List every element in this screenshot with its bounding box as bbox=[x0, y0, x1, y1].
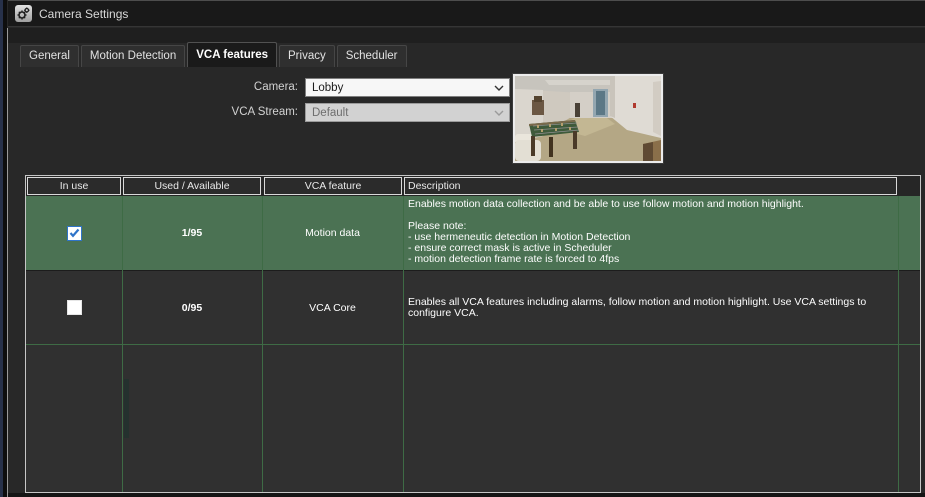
tab-privacy[interactable]: Privacy bbox=[279, 45, 335, 67]
used-available-value: 1/95 bbox=[122, 196, 262, 270]
used-available-value: 0/95 bbox=[122, 271, 262, 344]
titlebar: Camera Settings bbox=[8, 0, 925, 27]
camera-label: Camera: bbox=[178, 81, 298, 93]
header-in-use[interactable]: In use bbox=[27, 177, 121, 195]
grid-line bbox=[122, 196, 123, 492]
camera-preview-image bbox=[513, 74, 663, 163]
vca-stream-select-value: Default bbox=[312, 107, 348, 119]
table-artifact-bar bbox=[124, 379, 129, 438]
table-empty-area bbox=[26, 344, 920, 492]
table-row-motion-data[interactable]: 1/95 Motion data Enables motion data col… bbox=[26, 196, 920, 270]
header-description[interactable]: Description bbox=[404, 177, 897, 195]
feature-description: Enables motion data collection and be ab… bbox=[403, 196, 898, 270]
in-use-cell bbox=[26, 196, 122, 270]
chevron-down-icon bbox=[494, 85, 504, 91]
tab-scheduler[interactable]: Scheduler bbox=[337, 45, 407, 67]
vca-feature-name: Motion data bbox=[262, 196, 403, 270]
grid-line bbox=[898, 196, 899, 492]
in-use-checkbox[interactable] bbox=[67, 300, 82, 315]
window-title: Camera Settings bbox=[39, 7, 128, 21]
vca-stream-select: Default bbox=[305, 103, 510, 122]
tab-motion-detection[interactable]: Motion Detection bbox=[81, 45, 185, 67]
upper-band bbox=[8, 28, 925, 43]
tab-general[interactable]: General bbox=[20, 45, 79, 67]
table-header-row: In use Used / Available VCA feature Desc… bbox=[26, 176, 920, 196]
chevron-down-icon bbox=[494, 110, 504, 116]
grid-line bbox=[403, 196, 404, 492]
tab-bar: General Motion Detection VCA features Pr… bbox=[20, 43, 409, 67]
vca-feature-name: VCA Core bbox=[262, 271, 403, 344]
in-use-checkbox[interactable] bbox=[67, 226, 82, 241]
table-row-vca-core[interactable]: 0/95 VCA Core Enables all VCA features i… bbox=[26, 270, 920, 344]
vca-features-table: In use Used / Available VCA feature Desc… bbox=[25, 175, 921, 493]
tab-vca-features[interactable]: VCA features bbox=[187, 42, 277, 67]
vca-stream-label: VCA Stream: bbox=[178, 106, 298, 118]
check-icon bbox=[69, 228, 80, 238]
camera-select-value: Lobby bbox=[312, 82, 343, 94]
grid-line bbox=[262, 196, 263, 492]
preview-scene bbox=[515, 76, 661, 161]
gear-icon bbox=[15, 5, 32, 22]
bottom-strip bbox=[8, 493, 925, 497]
header-vca-feature[interactable]: VCA feature bbox=[264, 177, 402, 195]
dialog-content: General Motion Detection VCA features Pr… bbox=[8, 43, 925, 497]
header-used-available[interactable]: Used / Available bbox=[123, 177, 261, 195]
camera-select[interactable]: Lobby bbox=[305, 78, 510, 97]
in-use-cell bbox=[26, 271, 122, 344]
feature-description: Enables all VCA features including alarm… bbox=[403, 271, 898, 344]
